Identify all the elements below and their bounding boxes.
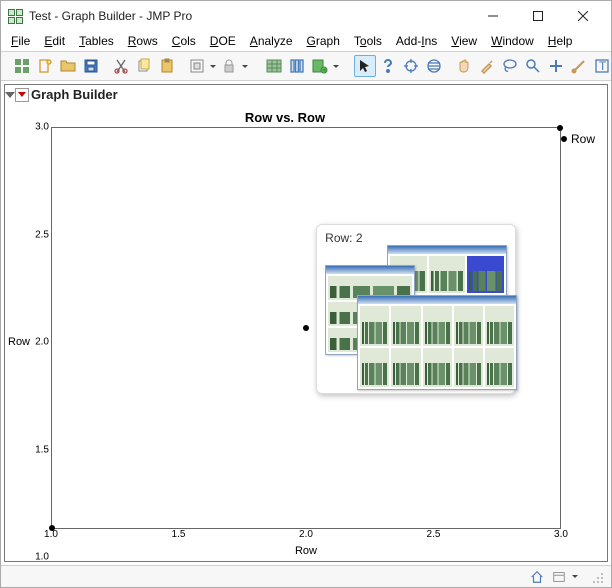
menu-cols[interactable]: Cols bbox=[166, 32, 202, 50]
x-tick-label: 1.5 bbox=[172, 529, 186, 540]
x-tick-label: 3.0 bbox=[554, 529, 568, 540]
window-list-dropdown[interactable] bbox=[571, 566, 579, 588]
run-script-button[interactable] bbox=[309, 55, 331, 77]
home-status-button[interactable] bbox=[527, 568, 547, 586]
lock-button[interactable] bbox=[218, 55, 240, 77]
menu-help[interactable]: Help bbox=[542, 32, 579, 50]
menu-rows[interactable]: Rows bbox=[122, 32, 164, 50]
text-annotation-button[interactable]: T bbox=[591, 55, 612, 77]
maximize-button[interactable] bbox=[515, 2, 560, 30]
outline-header: Graph Builder bbox=[5, 85, 607, 104]
menubar: File Edit Tables Rows Cols DOE Analyze G… bbox=[1, 31, 611, 51]
copy-button[interactable] bbox=[133, 55, 155, 77]
data-table-button[interactable] bbox=[263, 55, 285, 77]
outline-box: Graph Builder Row vs. Row Row 1.0 1.5 2.0 2… bbox=[4, 84, 608, 562]
close-button[interactable] bbox=[560, 2, 605, 30]
menu-doe[interactable]: DOE bbox=[204, 32, 242, 50]
menu-view[interactable]: View bbox=[445, 32, 483, 50]
menu-tables[interactable]: Tables bbox=[73, 32, 120, 50]
save-button[interactable] bbox=[80, 55, 102, 77]
selection-mode-dropdown[interactable] bbox=[209, 55, 217, 77]
add-tool-button[interactable] bbox=[545, 55, 567, 77]
red-triangle-menu[interactable] bbox=[15, 88, 29, 102]
plot-frame[interactable]: Row: 2 bbox=[51, 127, 561, 529]
data-point[interactable] bbox=[557, 125, 563, 131]
y-axis-label[interactable]: Row bbox=[9, 127, 29, 557]
legend-item[interactable]: Row bbox=[561, 132, 603, 146]
titlebar: Test - Graph Builder - JMP Pro bbox=[1, 1, 611, 31]
menu-addins[interactable]: Add-Ins bbox=[390, 32, 443, 50]
menu-analyze[interactable]: Analyze bbox=[244, 32, 299, 50]
resize-grip-icon[interactable] bbox=[587, 568, 607, 586]
scroller-tool-button[interactable] bbox=[423, 55, 445, 77]
thumbnail-window-icon bbox=[357, 295, 517, 390]
toolbar: T bbox=[1, 51, 611, 81]
legend-label: Row bbox=[571, 132, 595, 146]
cut-button[interactable] bbox=[110, 55, 132, 77]
x-axis-ticks[interactable]: 1.01.52.02.53.0 bbox=[51, 529, 561, 543]
y-axis-ticks[interactable]: 1.01.52.02.53.0 bbox=[29, 127, 51, 557]
line-tool-button[interactable] bbox=[568, 55, 590, 77]
y-tick-label: 1.5 bbox=[35, 444, 49, 455]
brush-tool-button[interactable] bbox=[476, 55, 498, 77]
x-tick-label: 1.0 bbox=[44, 529, 58, 540]
run-script-dropdown[interactable] bbox=[332, 55, 340, 77]
paste-button[interactable] bbox=[156, 55, 178, 77]
legend-marker-icon bbox=[561, 136, 567, 142]
zoom-tool-button[interactable] bbox=[522, 55, 544, 77]
arrow-tool-button[interactable] bbox=[354, 55, 376, 77]
jmp-app-icon bbox=[7, 8, 23, 24]
y-tick-label: 3.0 bbox=[35, 122, 49, 133]
disclosure-icon[interactable] bbox=[5, 92, 15, 98]
menu-edit[interactable]: Edit bbox=[38, 32, 71, 50]
columns-button[interactable] bbox=[286, 55, 308, 77]
graph-area: Row vs. Row Row 1.0 1.5 2.0 2.5 3.0 Row: 2 bbox=[5, 104, 607, 561]
grabber-tool-button[interactable] bbox=[453, 55, 475, 77]
hover-label: Row: 2 bbox=[316, 224, 516, 394]
lock-dropdown[interactable] bbox=[241, 55, 249, 77]
statusbar bbox=[1, 565, 611, 587]
menu-tools[interactable]: Tools bbox=[348, 32, 388, 50]
outline-title: Graph Builder bbox=[31, 87, 118, 102]
crosshair-tool-button[interactable] bbox=[400, 55, 422, 77]
content-area: Graph Builder Row vs. Row Row 1.0 1.5 2.0 2… bbox=[1, 81, 611, 565]
x-axis-label[interactable]: Row bbox=[51, 543, 561, 557]
home-button[interactable] bbox=[11, 55, 33, 77]
x-tick-label: 2.5 bbox=[427, 529, 441, 540]
menu-file[interactable]: File bbox=[5, 32, 36, 50]
data-point[interactable] bbox=[303, 325, 309, 331]
y-tick-label: 2.0 bbox=[35, 337, 49, 348]
open-button[interactable] bbox=[57, 55, 79, 77]
legend[interactable]: Row bbox=[561, 108, 603, 557]
menu-window[interactable]: Window bbox=[485, 32, 540, 50]
minimize-button[interactable] bbox=[470, 2, 515, 30]
menu-graph[interactable]: Graph bbox=[301, 32, 346, 50]
window-title: Test - Graph Builder - JMP Pro bbox=[29, 9, 470, 23]
help-tool-button[interactable] bbox=[377, 55, 399, 77]
svg-text:T: T bbox=[599, 59, 607, 73]
hover-label-text: Row: 2 bbox=[325, 231, 507, 245]
y-tick-label: 2.5 bbox=[35, 229, 49, 240]
x-tick-label: 2.0 bbox=[299, 529, 313, 540]
chart-title: Row vs. Row bbox=[9, 108, 561, 127]
new-button[interactable] bbox=[34, 55, 56, 77]
y-tick-label: 1.0 bbox=[35, 552, 49, 563]
window-list-button[interactable] bbox=[549, 568, 569, 586]
lasso-tool-button[interactable] bbox=[499, 55, 521, 77]
selection-mode-button[interactable] bbox=[186, 55, 208, 77]
